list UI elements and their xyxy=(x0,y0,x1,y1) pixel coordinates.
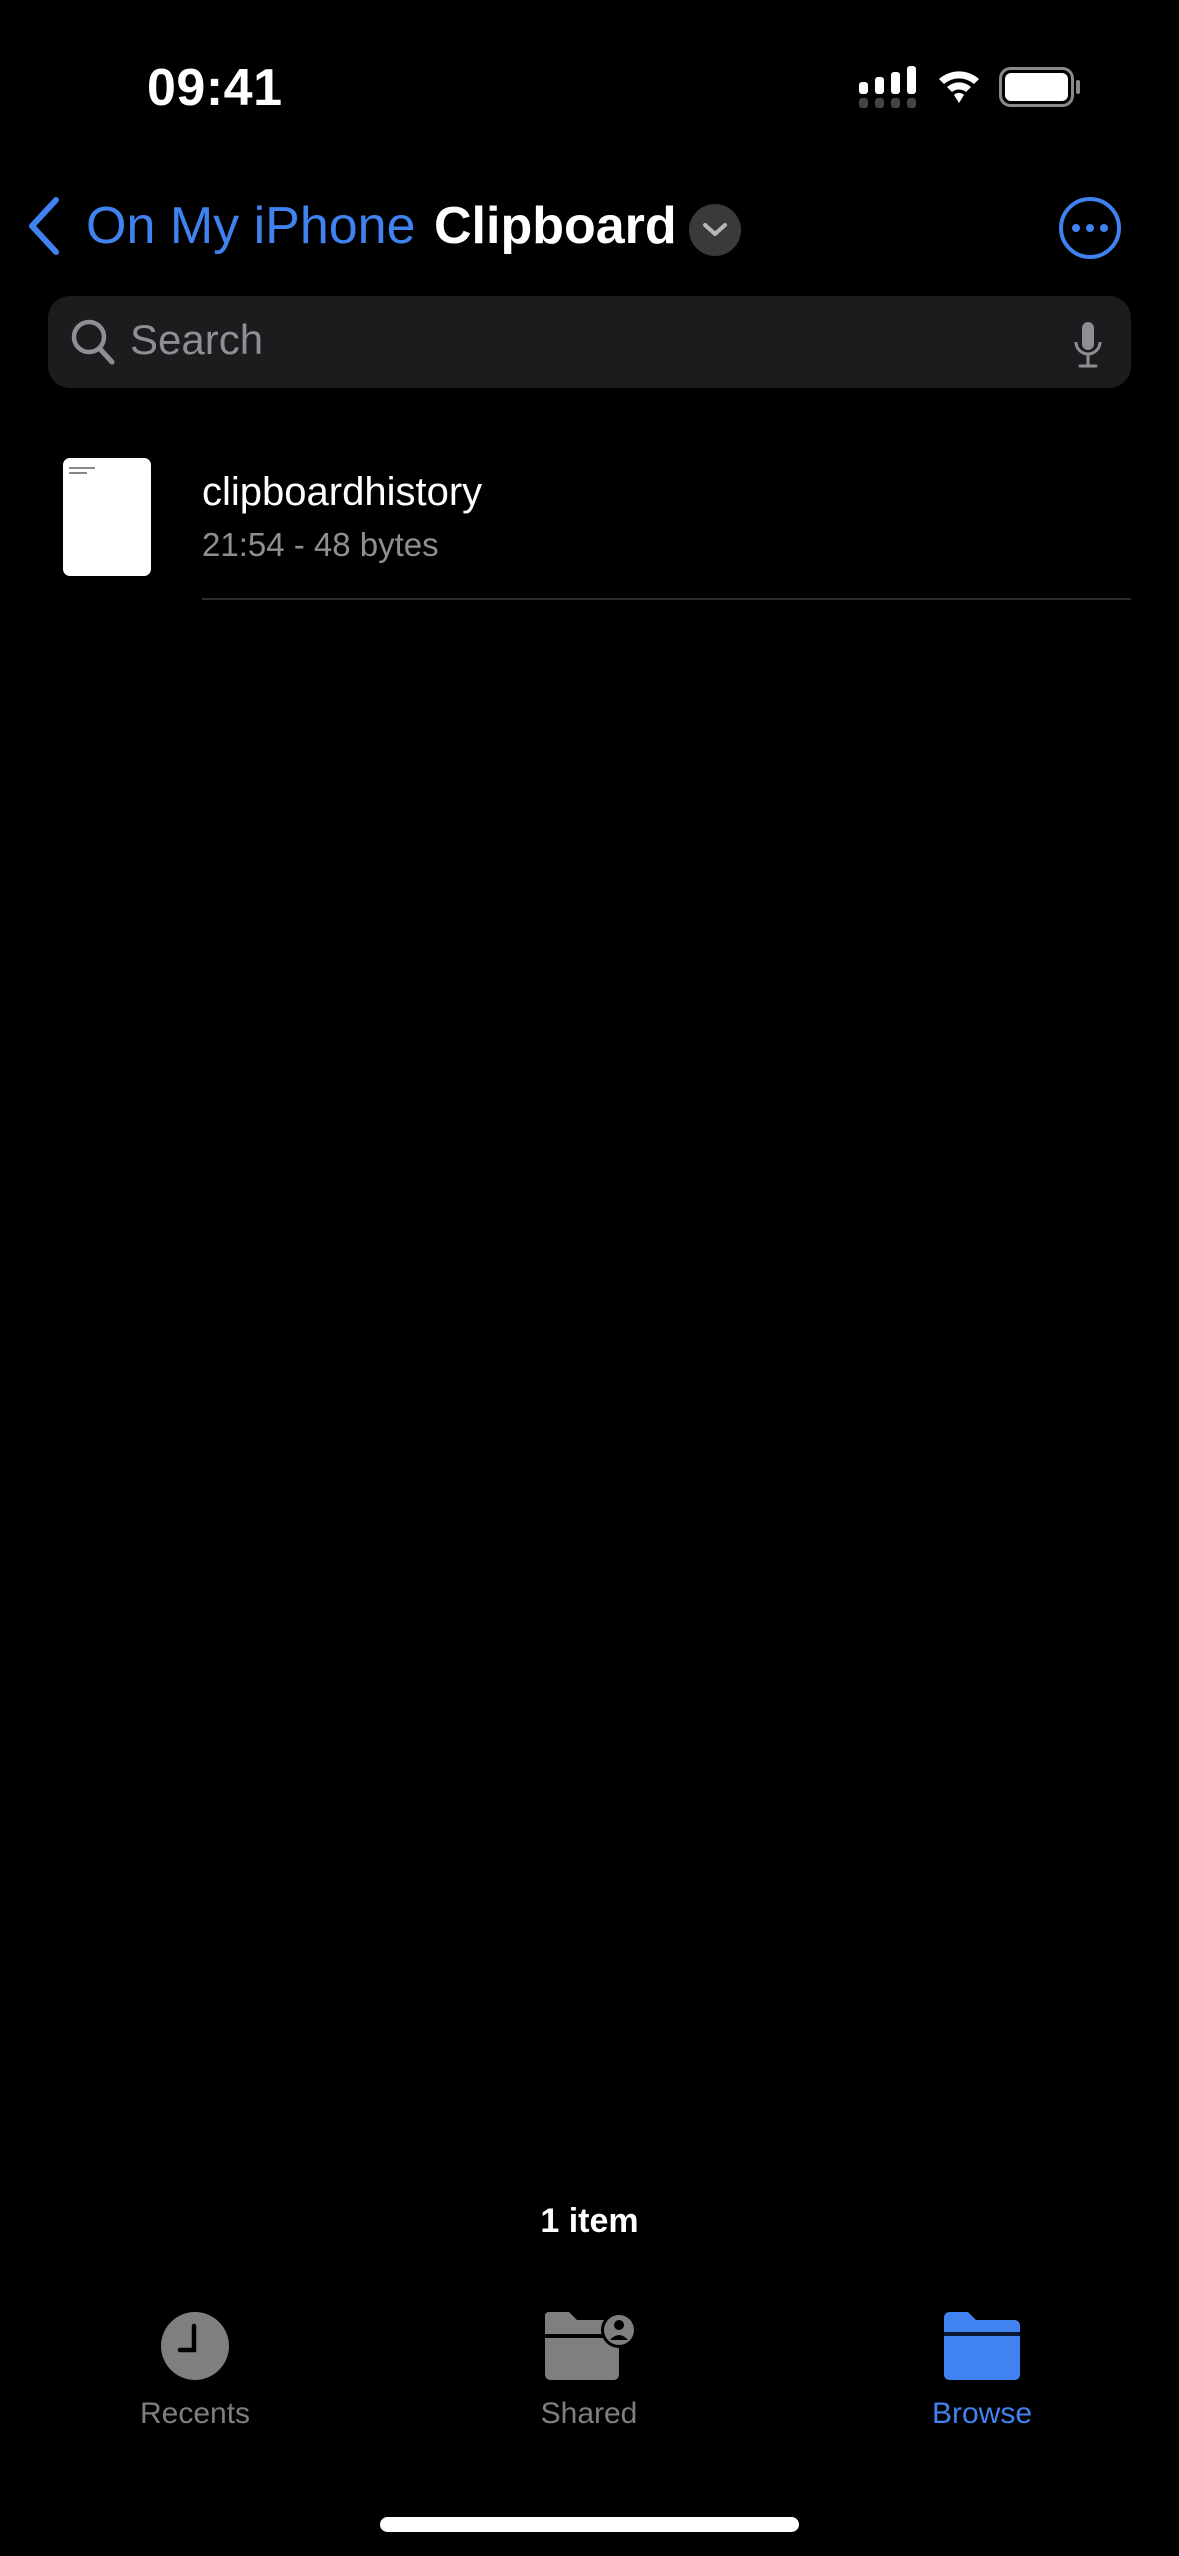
thumbnail-text-line xyxy=(69,472,87,474)
file-name: clipboardhistory xyxy=(202,470,483,514)
back-label: On My iPhone xyxy=(86,197,416,255)
file-list-item[interactable]: clipboardhistory 21:54 - 48 bytes xyxy=(0,440,1179,600)
ellipsis-dot xyxy=(1086,224,1094,232)
status-bar: 09:41 xyxy=(0,0,1179,160)
row-divider xyxy=(202,598,1131,600)
file-thumbnail xyxy=(63,458,151,576)
back-button[interactable]: On My iPhone xyxy=(24,196,416,256)
status-time: 09:41 xyxy=(147,59,283,117)
tab-bar: Recents Shared Browse xyxy=(0,2310,1179,2460)
tab-label: Recents xyxy=(139,2397,251,2430)
shared-folder-icon xyxy=(545,2312,637,2380)
title-menu-button[interactable] xyxy=(689,204,741,256)
clock-icon xyxy=(161,2312,229,2380)
tab-label: Browse xyxy=(931,2397,1033,2430)
home-indicator[interactable] xyxy=(380,2517,799,2532)
battery-icon xyxy=(999,67,1080,107)
more-options-button[interactable] xyxy=(1059,197,1121,259)
chevron-down-icon xyxy=(703,223,727,236)
status-icons xyxy=(859,66,1081,108)
chevron-left-icon xyxy=(29,197,59,255)
navigation-bar: On My iPhone Clipboard xyxy=(0,190,1179,266)
search-icon xyxy=(71,319,115,365)
cellular-signal-icon xyxy=(859,66,916,108)
search-input[interactable]: Search xyxy=(48,296,1131,388)
tab-recents[interactable]: Recents xyxy=(75,2310,315,2431)
tab-browse[interactable]: Browse xyxy=(862,2310,1102,2431)
microphone-icon[interactable] xyxy=(1073,322,1103,370)
page-title: Clipboard xyxy=(434,197,677,255)
ellipsis-dot xyxy=(1100,224,1108,232)
tab-label: Shared xyxy=(540,2397,638,2430)
wifi-icon xyxy=(939,71,979,103)
tab-shared[interactable]: Shared xyxy=(469,2310,709,2431)
thumbnail-text-line xyxy=(69,467,95,469)
folder-icon xyxy=(944,2312,1020,2380)
file-meta: 21:54 - 48 bytes xyxy=(202,526,439,563)
item-count: 1 item xyxy=(540,2202,639,2240)
ellipsis-dot xyxy=(1072,224,1080,232)
search-placeholder: Search xyxy=(130,316,264,363)
